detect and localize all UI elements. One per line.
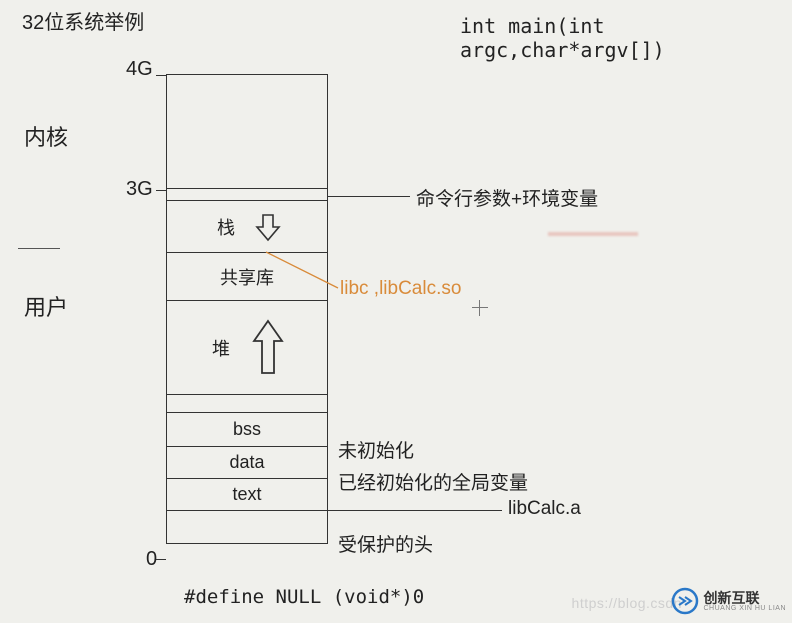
arrow-up-icon bbox=[248, 317, 288, 379]
seg-bss-label: bss bbox=[227, 419, 267, 440]
tick-0 bbox=[156, 559, 166, 560]
conn-env bbox=[328, 196, 410, 197]
axis-4g: 4G bbox=[126, 58, 153, 81]
footer-define: #define NULL (void*)0 bbox=[184, 586, 424, 608]
crosshair-icon bbox=[472, 300, 488, 316]
brand-main-text: 创新互联 bbox=[703, 591, 786, 605]
seg-gap bbox=[167, 395, 327, 413]
seg-text: text bbox=[167, 479, 327, 511]
tick-4g bbox=[156, 75, 166, 76]
annot-shared: libc ,libCalc.so bbox=[340, 278, 461, 300]
brand-badge: 创新互联 CHUANG XIN HU LIAN bbox=[671, 587, 786, 615]
seg-bss: bss bbox=[167, 413, 327, 447]
main-signature: int main(int argc,char*argv[]) bbox=[460, 14, 792, 62]
annot-data: 已经初始化的全局变量 bbox=[338, 468, 528, 495]
brand-sub-text: CHUANG XIN HU LIAN bbox=[703, 605, 786, 612]
divider-dash bbox=[18, 248, 60, 249]
seg-kernel bbox=[167, 75, 327, 189]
conn-text bbox=[328, 510, 502, 511]
seg-heap: 堆 bbox=[167, 301, 327, 395]
memory-layout: 栈 共享库 堆 bss data text bbox=[166, 74, 328, 544]
annot-bss: 未初始化 bbox=[338, 436, 414, 463]
watermark: https://blog.csdn bbox=[572, 595, 682, 611]
seg-data-label: data bbox=[223, 452, 270, 473]
annot-env: 命令行参数+环境变量 bbox=[416, 184, 598, 211]
label-user: 用户 bbox=[24, 290, 68, 322]
brand-logo-icon bbox=[671, 587, 699, 615]
tick-3g bbox=[156, 190, 166, 191]
seg-text-label: text bbox=[226, 484, 267, 505]
seg-stack-label: 栈 bbox=[211, 214, 241, 240]
annot-protected: 受保护的头 bbox=[338, 530, 433, 557]
seg-data: data bbox=[167, 447, 327, 479]
seg-stack: 栈 bbox=[167, 201, 327, 253]
axis-3g: 3G bbox=[126, 178, 153, 201]
seg-protected bbox=[167, 511, 327, 543]
seg-heap-label: 堆 bbox=[206, 335, 236, 361]
seg-env bbox=[167, 189, 327, 201]
annot-text: libCalc.a bbox=[508, 498, 581, 520]
smudge-1 bbox=[548, 232, 638, 236]
arrow-down-icon bbox=[253, 212, 283, 242]
label-kernel: 内核 bbox=[24, 120, 68, 152]
diagram-title: 32位系统举例 bbox=[22, 6, 144, 35]
